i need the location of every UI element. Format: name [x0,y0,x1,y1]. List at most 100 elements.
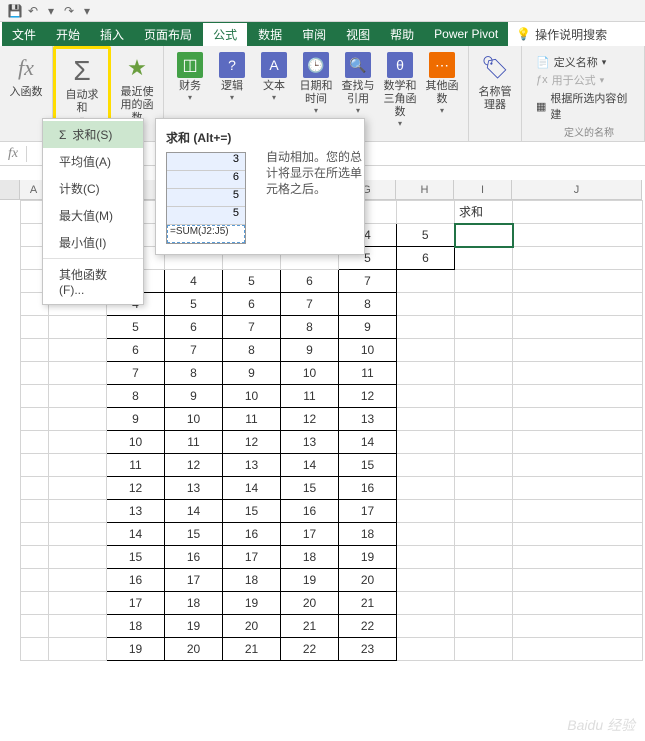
cell[interactable]: 6 [107,339,165,362]
cell[interactable] [397,546,455,569]
cell[interactable]: 8 [281,316,339,339]
cell[interactable]: 8 [339,293,397,316]
cell[interactable] [49,454,107,477]
cell[interactable]: 13 [339,408,397,431]
tab-data[interactable]: 数据 [248,22,292,46]
text-button[interactable]: A 文本 ▾ [254,50,294,128]
cell[interactable] [21,592,49,615]
undo-icon[interactable]: ↶ [24,2,42,20]
cell[interactable] [49,362,107,385]
cell[interactable]: 10 [165,408,223,431]
cell[interactable]: 16 [107,569,165,592]
math-button[interactable]: θ 数学和三角函数 ▾ [380,50,420,128]
cell[interactable]: 20 [281,592,339,615]
cell[interactable] [455,477,513,500]
cell[interactable]: 19 [223,592,281,615]
cell[interactable] [49,431,107,454]
cell[interactable]: 19 [281,569,339,592]
cell[interactable] [49,569,107,592]
cell[interactable]: 12 [165,454,223,477]
tab-powerpivot[interactable]: Power Pivot [424,22,508,46]
cell[interactable]: 12 [107,477,165,500]
cell[interactable]: 11 [339,362,397,385]
cell[interactable]: 10 [281,362,339,385]
cell[interactable]: 11 [281,385,339,408]
chevron-down-icon[interactable]: ▾ [188,93,192,102]
cell[interactable]: 23 [339,638,397,661]
cell[interactable] [21,615,49,638]
column-header[interactable]: H [396,180,454,199]
cell[interactable] [397,316,455,339]
cell[interactable]: 17 [223,546,281,569]
menu-count[interactable]: 计数(C) [43,175,143,202]
cell[interactable]: 6 [281,270,339,293]
chevron-down-icon[interactable]: ▾ [42,2,60,20]
cell[interactable]: 15 [107,546,165,569]
cell[interactable] [455,546,513,569]
cell[interactable]: 8 [107,385,165,408]
cell[interactable]: 11 [223,408,281,431]
cell[interactable] [397,270,455,293]
cell[interactable]: 17 [281,523,339,546]
cell[interactable]: 12 [223,431,281,454]
tab-layout[interactable]: 页面布局 [134,22,202,46]
cell[interactable]: 10 [339,339,397,362]
cell[interactable] [21,316,49,339]
more-functions-button[interactable]: ⋯ 其他函数 ▾ [422,50,462,128]
cell[interactable]: 16 [223,523,281,546]
cell[interactable] [49,339,107,362]
cell[interactable] [21,362,49,385]
cell[interactable]: 15 [223,500,281,523]
cell[interactable] [397,293,455,316]
cell[interactable] [21,477,49,500]
cell[interactable]: 10 [107,431,165,454]
cell[interactable] [455,638,513,661]
cell[interactable] [455,385,513,408]
cell[interactable]: 18 [165,592,223,615]
cell[interactable]: 20 [165,638,223,661]
cell[interactable] [397,615,455,638]
chevron-down-icon[interactable]: ▾ [272,93,276,102]
chevron-down-icon[interactable]: ▾ [398,119,402,128]
cell[interactable]: 9 [339,316,397,339]
cell[interactable] [21,385,49,408]
cell[interactable] [49,316,107,339]
cell[interactable] [21,339,49,362]
cell[interactable]: 17 [339,500,397,523]
cell[interactable]: 18 [281,546,339,569]
cell[interactable]: 9 [107,408,165,431]
chevron-down-icon[interactable]: ▾ [440,106,444,115]
menu-min[interactable]: 最小值(I) [43,229,143,256]
cell[interactable]: 22 [281,638,339,661]
cell[interactable] [397,638,455,661]
cell[interactable]: 17 [165,569,223,592]
chevron-down-icon[interactable]: ▾ [356,106,360,115]
cell[interactable]: 21 [223,638,281,661]
cell[interactable]: 21 [339,592,397,615]
cell[interactable]: 6 [397,247,455,270]
cell[interactable] [455,339,513,362]
cell[interactable]: 16 [165,546,223,569]
datetime-button[interactable]: 🕒 日期和时间 ▾ [296,50,336,128]
cell[interactable] [455,224,513,247]
tell-me-search[interactable]: 💡 操作说明搜索 [508,22,615,46]
cell[interactable]: 18 [339,523,397,546]
cell[interactable] [21,431,49,454]
cell[interactable]: 11 [107,454,165,477]
cell[interactable]: 15 [339,454,397,477]
cell[interactable] [397,592,455,615]
cell[interactable]: 6 [165,316,223,339]
cell[interactable]: 5 [165,293,223,316]
cell[interactable] [397,477,455,500]
cell[interactable]: 18 [223,569,281,592]
cell[interactable] [21,454,49,477]
autosum-button[interactable]: Σ 自动求和 ▾ [62,53,102,124]
cell[interactable]: 7 [223,316,281,339]
cell[interactable] [397,454,455,477]
cell[interactable] [397,523,455,546]
cell[interactable]: 21 [281,615,339,638]
define-name-button[interactable]: 📄定义名称▾ [536,54,630,70]
cell[interactable]: 16 [339,477,397,500]
cell[interactable]: 19 [339,546,397,569]
cell[interactable]: 8 [165,362,223,385]
